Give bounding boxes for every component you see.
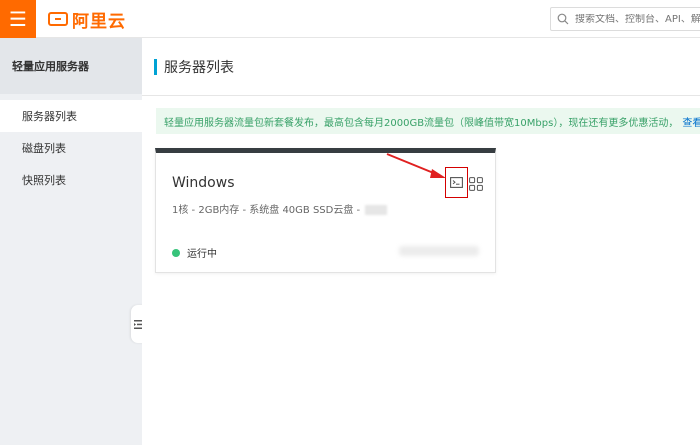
status-dot-icon [172,248,180,257]
server-status: 运行中 [172,245,217,260]
logo-mark-icon [48,12,68,26]
main-content: 服务器列表 轻量应用服务器流量包新套餐发布，最高包含每月2000GB流量包（限峰… [142,38,700,445]
sidebar-item-label: 服务器列表 [22,110,77,123]
status-text: 运行中 [187,249,217,260]
logo[interactable]: 阿里云 [48,8,126,32]
page-title: 服务器列表 [154,58,234,76]
notice-link[interactable]: 查看详情 [682,114,700,129]
sidebar: 轻量应用服务器 服务器列表 磁盘列表 快照列表 [0,38,142,445]
title-accent-bar [154,59,157,75]
grid-icon [469,177,483,191]
search-icon [557,13,569,25]
server-name[interactable]: Windows [172,175,235,191]
sidebar-item-snapshot-list[interactable]: 快照列表 [0,164,142,196]
blurred-region [365,205,388,215]
sidebar-item-label: 磁盘列表 [22,142,66,155]
notice-banner: 轻量应用服务器流量包新套餐发布，最高包含每月2000GB流量包（限峰值带宽10M… [156,108,700,134]
search-input[interactable] [575,13,700,25]
page-title-text: 服务器列表 [164,60,234,76]
sidebar-title: 轻量应用服务器 [0,38,142,94]
sidebar-item-server-list[interactable]: 服务器列表 [0,100,142,132]
hamburger-icon[interactable]: ☰ [0,0,36,38]
server-spec: 1核 - 2GB内存 - 系统盘 40GB SSD云盘 - [172,201,388,216]
top-bar: ☰ 阿里云 [0,0,700,38]
sidebar-item-disk-list[interactable]: 磁盘列表 [0,132,142,164]
search-box[interactable] [550,7,700,31]
sidebar-item-label: 快照列表 [22,174,66,187]
server-card[interactable]: Windows 1核 - 2GB内存 - 系统盘 40GB SSD云盘 - 运行… [155,148,496,273]
divider [142,95,700,96]
logo-text: 阿里云 [72,11,126,32]
terminal-icon [450,177,463,188]
notice-text: 轻量应用服务器流量包新套餐发布，最高包含每月2000GB流量包（限峰值带宽10M… [164,117,679,129]
blurred-ip [399,246,479,256]
server-spec-text: 1核 - 2GB内存 - 系统盘 40GB SSD云盘 - [172,205,361,216]
more-actions-button[interactable] [469,176,483,191]
remote-connect-button[interactable] [445,167,468,198]
